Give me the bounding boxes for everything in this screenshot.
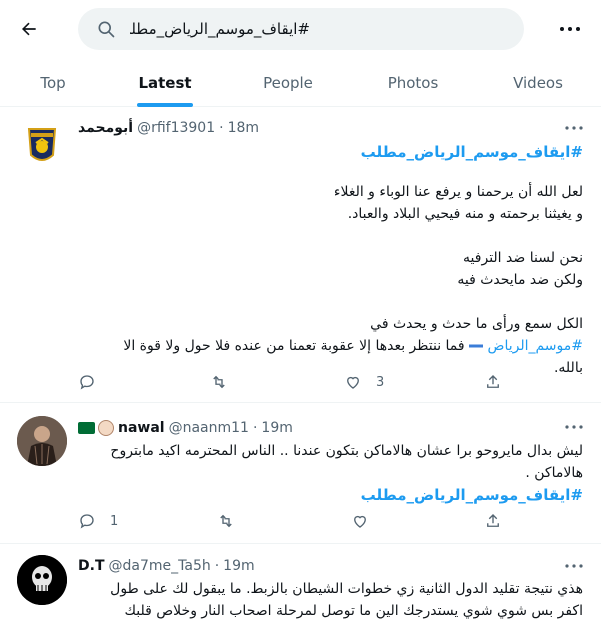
retweet-button[interactable] <box>210 370 228 394</box>
search-icon <box>96 19 116 39</box>
search-tabs: Top Latest People Photos Videos <box>0 58 601 107</box>
like-button[interactable] <box>351 509 369 533</box>
author-handle[interactable]: @da7me_Ta5h <box>109 558 211 574</box>
text-line: نحن لسنا ضد الترفيه <box>463 250 583 266</box>
avatar[interactable] <box>17 555 67 605</box>
tab-photos[interactable]: Photos <box>352 58 474 107</box>
text-line: #موسم_الرياض فما ننتظر بعدها إلا عقوبة ت… <box>123 338 583 354</box>
search-input[interactable] <box>130 8 510 50</box>
text-line: ليش بدال مايروحو برا عشان هالاماكن بتكون… <box>110 443 583 459</box>
retweet-icon <box>220 514 232 528</box>
reply-count: 1 <box>110 513 119 529</box>
tweet-header: nawal @naanm11 · 19m <box>78 418 293 438</box>
hashtag-link[interactable]: #ايقاف_موسم_الرياض_مطلب <box>78 484 583 506</box>
tweet-header: D.T @da7me_Ta5h · 19m <box>78 556 255 576</box>
heart-icon <box>354 515 366 528</box>
more-icon[interactable] <box>563 559 585 573</box>
hashtag-link[interactable]: #موسم_الرياض <box>488 338 583 354</box>
author-handle[interactable]: @rfif13901 <box>137 120 215 136</box>
tweet[interactable]: nawal @naanm11 · 19m ليش بدال مايروحو بر… <box>0 404 601 544</box>
tweet-text: ليش بدال مايروحو برا عشان هالاماكن بتكون… <box>78 440 583 506</box>
text-line: ولكن ضد مايحدث فيه <box>457 272 583 288</box>
avatar[interactable] <box>17 416 67 466</box>
woman-emoji-icon <box>98 420 114 436</box>
like-count: 3 <box>376 374 385 390</box>
text-line: لعل الله أن يرحمنا و يرفع عنا الوباء و ا… <box>333 184 583 200</box>
separator-dot: · <box>252 420 258 436</box>
text-line: و يغيثنا برحمته و منه فيحيي البلاد والعب… <box>347 206 583 222</box>
text-line: الكل سمع ورأى ما حدث و يحدث في <box>370 316 583 332</box>
text-line: اكفر بس شوي شوي يستدرجك الين ما توصل لمر… <box>124 603 583 619</box>
heart-icon <box>347 376 359 389</box>
more-icon[interactable] <box>563 121 585 135</box>
reply-icon <box>80 375 94 390</box>
tweet-time[interactable]: 19m <box>261 420 292 436</box>
reply-icon <box>80 514 94 529</box>
retweet-button[interactable] <box>217 509 235 533</box>
tab-top[interactable]: Top <box>0 58 106 107</box>
back-arrow-icon[interactable] <box>14 14 44 44</box>
retweet-icon <box>213 375 225 389</box>
avatar[interactable] <box>17 121 67 171</box>
author-handle[interactable]: @naanm11 <box>169 420 249 436</box>
separator-dot: · <box>214 558 220 574</box>
share-icon <box>487 375 499 388</box>
tweet-header: أبومحمد @rfif13901 · 18m <box>78 118 259 138</box>
more-options-icon[interactable] <box>555 16 585 42</box>
hashtag-link[interactable]: #ايقاف_موسم_الرياض_مطلب <box>78 141 583 163</box>
like-button[interactable]: 3 <box>344 370 384 394</box>
tweet-text: #ايقاف_موسم_الرياض_مطلب لعل الله أن يرحم… <box>78 141 583 379</box>
text-line: هالاماكن . <box>525 465 583 481</box>
saudi-flag-icon <box>78 422 95 434</box>
tweet-actions: 1 <box>78 509 508 533</box>
reply-button[interactable]: 1 <box>78 509 118 533</box>
tab-latest[interactable]: Latest <box>106 58 224 107</box>
author-name[interactable]: أبومحمد <box>78 120 133 136</box>
share-button[interactable] <box>484 509 502 533</box>
tweet-actions: 3 <box>78 370 508 394</box>
tweet-time[interactable]: 19m <box>223 558 254 574</box>
tweet[interactable]: D.T @da7me_Ta5h · 19m هذي نتيجة تقليد ال… <box>0 545 601 626</box>
tweet[interactable]: أبومحمد @rfif13901 · 18m #ايقاف_موسم_الر… <box>0 107 601 403</box>
reply-button[interactable] <box>78 370 96 394</box>
flag-emoji <box>469 341 484 351</box>
text-line: هذي نتيجة تقليد الدول الثانية زي خطوات ا… <box>110 581 583 597</box>
tab-videos[interactable]: Videos <box>476 58 600 107</box>
top-bar <box>0 0 601 58</box>
author-name[interactable]: nawal <box>118 420 165 436</box>
tweet-text: هذي نتيجة تقليد الدول الثانية زي خطوات ا… <box>78 578 583 622</box>
search-box[interactable] <box>78 8 524 50</box>
more-icon[interactable] <box>563 420 585 434</box>
author-name[interactable]: D.T <box>78 558 105 574</box>
share-icon <box>487 514 499 527</box>
tab-people[interactable]: People <box>226 58 350 107</box>
tweet-time[interactable]: 18m <box>228 120 259 136</box>
separator-dot: · <box>219 120 224 136</box>
share-button[interactable] <box>484 370 502 394</box>
